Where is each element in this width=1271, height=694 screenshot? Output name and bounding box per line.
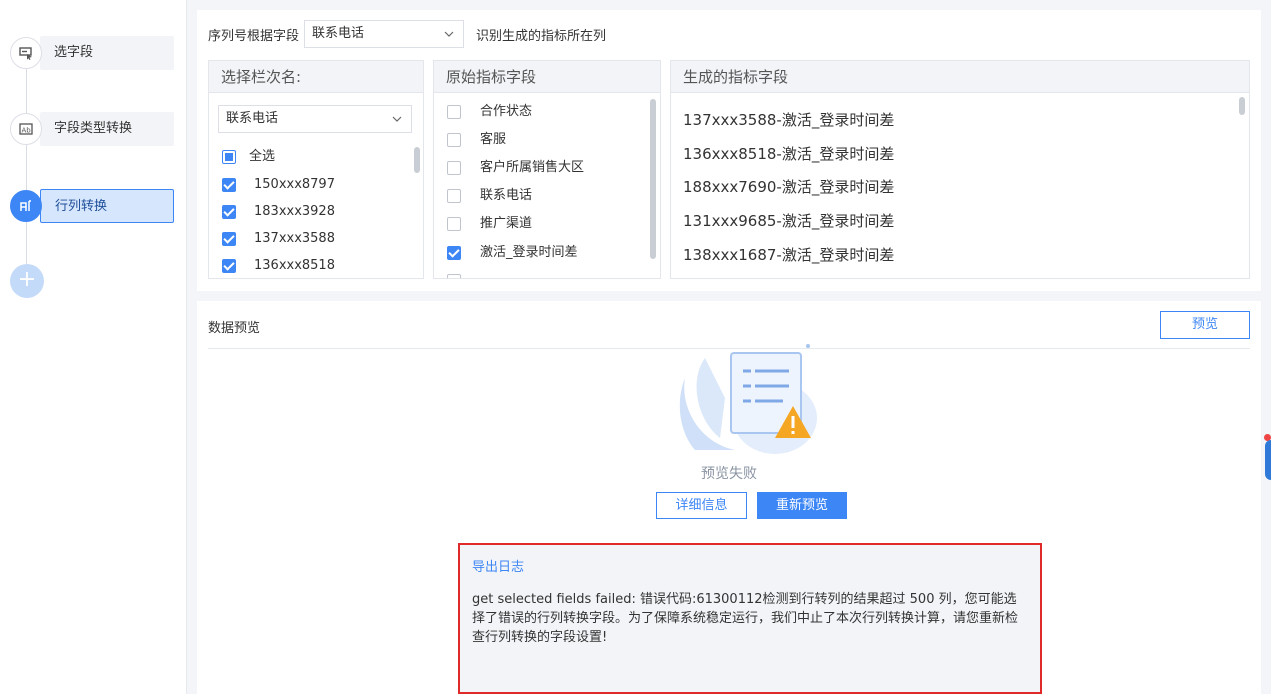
preview-button[interactable]: 预览: [1160, 311, 1250, 339]
step-label: 选字段: [40, 36, 174, 70]
chevron-down-icon: [392, 116, 402, 122]
list-item-partial: [447, 271, 461, 278]
item-checkbox[interactable]: [447, 105, 461, 119]
generated-field-list: 生成的指标字段 137xxx3588-激活_登录时间差 136xxx8518-激…: [670, 60, 1250, 279]
step-rail: [26, 55, 27, 280]
list-item: 136xxx8518-激活_登录时间差: [683, 145, 895, 163]
list-item: 188xxx7690-激活_登录时间差: [683, 178, 895, 196]
list-item[interactable]: 激活_登录时间差: [447, 243, 578, 263]
item-checkbox[interactable]: [447, 161, 461, 175]
column-name-header: 选择栏次名:: [209, 61, 423, 93]
item-checkbox[interactable]: [447, 189, 461, 203]
detail-info-button[interactable]: 详细信息: [656, 492, 747, 519]
preview-failed-illustration: [679, 344, 817, 454]
list-item[interactable]: 联系电话: [447, 186, 532, 206]
item-checkbox[interactable]: [447, 273, 461, 278]
select-field-icon: [10, 37, 42, 69]
export-log-box: 导出日志 get selected fields failed: 错误代码:61…: [458, 543, 1042, 694]
scrollbar[interactable]: [414, 147, 420, 173]
list-item: 138xxx1687-激活_登录时间差: [683, 246, 895, 264]
source-field-list: 原始指标字段 合作状态 客服 客户所属销售大区 联系电话 推广渠道 激活_登录时…: [433, 60, 661, 279]
chevron-down-icon: [444, 31, 454, 37]
item-checkbox[interactable]: [222, 259, 236, 273]
list-item[interactable]: 136xxx8518: [222, 256, 335, 276]
add-step-button[interactable]: +: [10, 264, 44, 298]
column-name-select[interactable]: 联系电话: [218, 105, 412, 133]
item-checkbox[interactable]: [222, 232, 236, 246]
item-checkbox[interactable]: [447, 246, 461, 260]
data-preview-panel: 数据预览 预览 预览失败 详细信息 重新预览 导出日志 get selected…: [197, 301, 1261, 694]
item-checkbox[interactable]: [222, 205, 236, 219]
item-checkbox[interactable]: [447, 217, 461, 231]
select-all-checkbox[interactable]: [222, 150, 236, 164]
serial-field-label: 序列号根据字段: [208, 28, 300, 44]
list-item[interactable]: 推广渠道: [447, 214, 532, 234]
list-item: 137xxx3588-激活_登录时间差: [683, 111, 895, 129]
item-checkbox[interactable]: [222, 178, 236, 192]
type-convert-icon: Ab: [10, 113, 42, 145]
column-name-value: 联系电话: [226, 111, 279, 126]
column-name-list: 选择栏次名: 联系电话 全选 150xxx8797 183xxx3928 137…: [208, 60, 424, 279]
scrollbar[interactable]: [1239, 97, 1245, 115]
step-sidebar: 选字段 字段类型转换 Ab 行列转换 +: [0, 0, 187, 694]
select-all-option[interactable]: 全选: [222, 147, 275, 167]
serial-field-value: 联系电话: [312, 26, 365, 41]
step-label: 行列转换: [40, 189, 174, 223]
list-item[interactable]: 合作状态: [447, 102, 532, 122]
serial-field-hint: 识别生成的指标所在列: [476, 28, 607, 44]
generated-field-header: 生成的指标字段: [671, 61, 1249, 93]
step-label: 字段类型转换: [40, 112, 174, 146]
list-item[interactable]: 客户所属销售大区: [447, 158, 584, 178]
retry-preview-button[interactable]: 重新预览: [757, 492, 847, 519]
serial-field-select[interactable]: 联系电话: [304, 20, 465, 48]
log-message: get selected fields failed: 错误代码:6130011…: [472, 592, 1019, 645]
source-field-header: 原始指标字段: [434, 61, 660, 93]
list-item: 131xxx9685-激活_登录时间差: [683, 212, 895, 230]
list-item[interactable]: 137xxx3588: [222, 229, 335, 249]
log-title: 导出日志: [472, 560, 525, 575]
preview-failed-text: 预览失败: [701, 466, 757, 482]
item-checkbox[interactable]: [447, 133, 461, 147]
svg-text:Ab: Ab: [22, 127, 32, 135]
row-column-icon: [10, 190, 42, 222]
list-item[interactable]: 150xxx8797: [222, 175, 335, 195]
row-column-config-panel: 序列号根据字段 联系电话 识别生成的指标所在列 选择栏次名: 联系电话 全选 1…: [197, 10, 1261, 291]
preview-title: 数据预览: [208, 321, 261, 336]
serial-field-row: 序列号根据字段 联系电话 识别生成的指标所在列: [208, 20, 606, 48]
floating-assistant-tab[interactable]: [1265, 440, 1271, 480]
list-item[interactable]: 183xxx3928: [222, 202, 335, 222]
list-item[interactable]: 客服: [447, 130, 506, 150]
scrollbar[interactable]: [650, 99, 656, 259]
